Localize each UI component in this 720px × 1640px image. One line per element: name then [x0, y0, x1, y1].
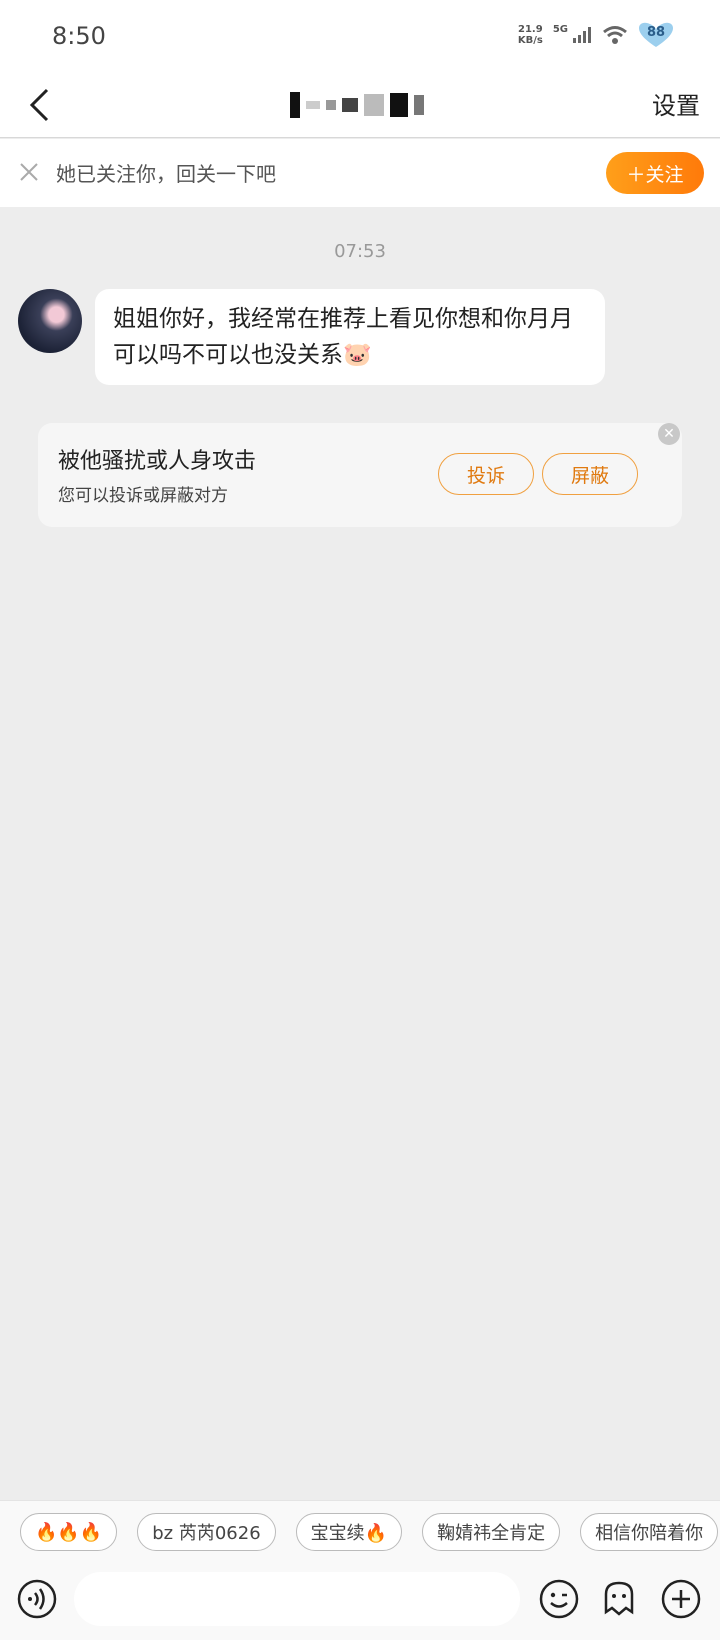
- quick-reply-bar: 🔥🔥🔥 bz 芮芮0626 宝宝续🔥 鞠婧祎全肯定 相信你陪着你: [0, 1500, 720, 1562]
- nav-bar: 设置: [0, 72, 720, 138]
- complain-button[interactable]: 投诉: [438, 453, 534, 495]
- message-bubble: 姐姐你好，我经常在推荐上看见你想和你月月可以吗不可以也没关系🐷: [95, 289, 605, 385]
- net-speed-unit: KB/s: [517, 35, 543, 46]
- voice-icon[interactable]: [16, 1578, 58, 1620]
- close-icon[interactable]: [16, 159, 42, 185]
- quick-reply-chip[interactable]: 🔥🔥🔥: [20, 1513, 118, 1551]
- quick-reply-chip[interactable]: 相信你陪着你: [580, 1513, 719, 1551]
- chevron-left-icon: [29, 88, 49, 122]
- report-card-title: 被他骚扰或人身攻击: [58, 449, 257, 474]
- add-icon[interactable]: [660, 1578, 702, 1620]
- net-speed-value: 21.9: [517, 24, 543, 35]
- wifi-icon: [603, 26, 627, 44]
- status-bar: 8:50 21.9 KB/s 5G 88: [0, 0, 720, 72]
- quick-reply-chip[interactable]: bz 芮芮0626: [137, 1513, 276, 1551]
- quick-reply-list: 🔥🔥🔥 bz 芮芮0626 宝宝续🔥 鞠婧祎全肯定 相信你陪着你: [20, 1513, 719, 1551]
- message-input[interactable]: [74, 1572, 520, 1626]
- quick-reply-chip[interactable]: 鞠婧祎全肯定: [422, 1513, 561, 1551]
- settings-button[interactable]: 设置: [652, 86, 700, 121]
- chat-area[interactable]: 07:53 姐姐你好，我经常在推荐上看见你想和你月月可以吗不可以也没关系🐷 ✕ …: [0, 207, 720, 1500]
- avatar[interactable]: [18, 289, 82, 353]
- report-card-subtitle: 您可以投诉或屏蔽对方: [58, 486, 228, 506]
- status-time: 8:50: [52, 22, 106, 50]
- emoji-icon[interactable]: [538, 1578, 580, 1620]
- network-speed: 21.9 KB/s: [518, 24, 543, 46]
- signal-icon: [573, 27, 591, 43]
- back-button[interactable]: [16, 82, 62, 128]
- input-bar: [0, 1562, 720, 1640]
- quick-reply-chip[interactable]: 宝宝续🔥: [295, 1513, 403, 1551]
- battery-icon: 88: [638, 22, 674, 48]
- follow-prompt-text: 她已关注你，回关一下吧: [56, 162, 276, 186]
- close-icon[interactable]: ✕: [658, 423, 680, 445]
- sticker-icon[interactable]: [598, 1578, 640, 1620]
- report-card: ✕ 被他骚扰或人身攻击 您可以投诉或屏蔽对方 投诉 屏蔽: [38, 423, 682, 527]
- message-timestamp: 07:53: [334, 241, 386, 262]
- follow-prompt-bar: 她已关注你，回关一下吧 ＋关注: [0, 139, 720, 207]
- network-type: 5G: [552, 23, 568, 35]
- battery-level: 88: [646, 25, 666, 40]
- status-indicators: 21.9 KB/s 5G 88: [518, 22, 674, 48]
- follow-back-button[interactable]: ＋关注: [606, 152, 704, 194]
- contact-name-pixelated: [290, 90, 450, 120]
- block-button[interactable]: 屏蔽: [542, 453, 638, 495]
